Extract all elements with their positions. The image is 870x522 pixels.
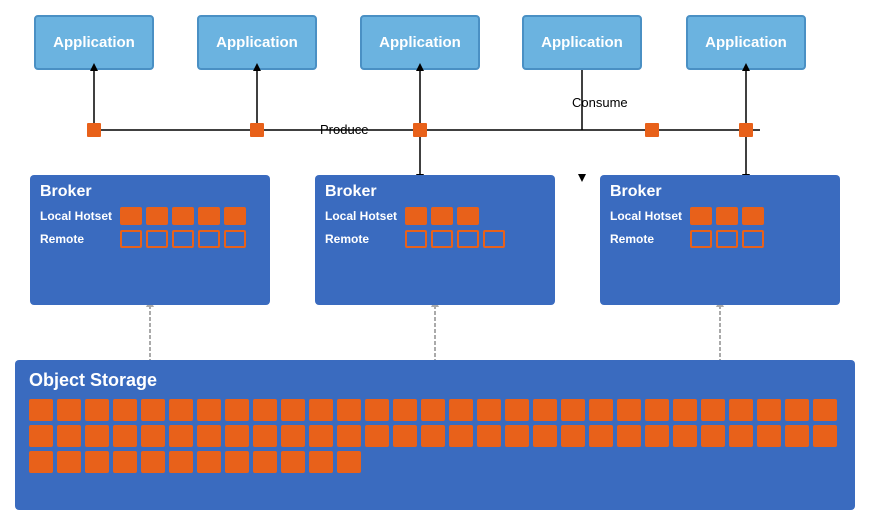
- os-segments: [29, 399, 841, 473]
- app-label-5: Application: [705, 34, 787, 51]
- broker-2-title: Broker: [325, 183, 545, 201]
- produce-label: Produce: [320, 122, 368, 137]
- broker-3: Broker Local Hotset Remote: [600, 175, 840, 305]
- broker-1-remote-row: Remote: [40, 230, 260, 248]
- broker-3-title: Broker: [610, 183, 830, 201]
- broker-2-remote-segments: [405, 230, 505, 248]
- broker-3-remote-segments: [690, 230, 764, 248]
- object-storage: Object Storage: [15, 360, 855, 510]
- broker-1-hotset-label: Local Hotset: [40, 209, 120, 223]
- connector-5: [739, 123, 753, 137]
- broker-2: Broker Local Hotset Remote: [315, 175, 555, 305]
- broker-1-hotset-segments: [120, 207, 246, 225]
- connector-4: [645, 123, 659, 137]
- broker-1-title: Broker: [40, 183, 260, 201]
- broker-3-remote-label: Remote: [610, 232, 690, 246]
- broker-3-hotset-segments: [690, 207, 764, 225]
- broker-2-remote-row: Remote: [325, 230, 545, 248]
- app-label-2: Application: [216, 34, 298, 51]
- os-title: Object Storage: [29, 370, 841, 391]
- consume-label: Consume: [572, 95, 628, 110]
- connector-1: [87, 123, 101, 137]
- app-box-3: Application: [360, 15, 480, 70]
- broker-2-hotset-segments: [405, 207, 479, 225]
- diagram: Application Application Application Appl…: [0, 0, 870, 522]
- app-box-1: Application: [34, 15, 154, 70]
- broker-1: Broker Local Hotset Remote: [30, 175, 270, 305]
- connector-3: [413, 123, 427, 137]
- broker-2-remote-label: Remote: [325, 232, 405, 246]
- app-box-4: Application: [522, 15, 642, 70]
- broker-1-hotset-row: Local Hotset: [40, 207, 260, 225]
- app-box-5: Application: [686, 15, 806, 70]
- app-label-1: Application: [53, 34, 135, 51]
- broker-2-hotset-label: Local Hotset: [325, 209, 405, 223]
- broker-2-hotset-row: Local Hotset: [325, 207, 545, 225]
- app-label-3: Application: [379, 34, 461, 51]
- broker-3-remote-row: Remote: [610, 230, 830, 248]
- broker-3-hotset-row: Local Hotset: [610, 207, 830, 225]
- connector-2: [250, 123, 264, 137]
- broker-3-hotset-label: Local Hotset: [610, 209, 690, 223]
- broker-1-remote-label: Remote: [40, 232, 120, 246]
- app-label-4: Application: [541, 34, 623, 51]
- app-box-2: Application: [197, 15, 317, 70]
- broker-1-remote-segments: [120, 230, 246, 248]
